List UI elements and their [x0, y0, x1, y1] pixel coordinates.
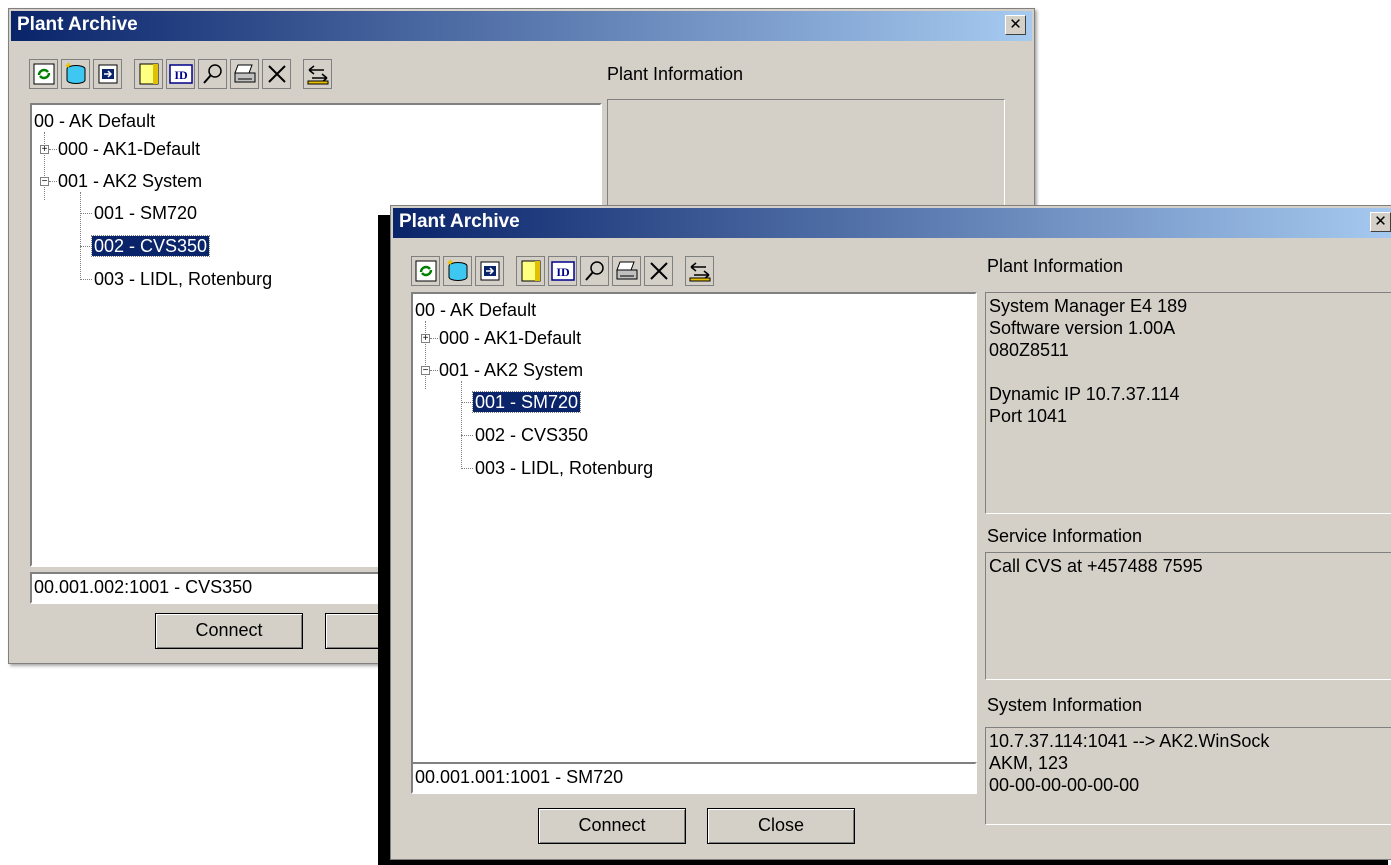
delete-button[interactable]: [644, 256, 673, 286]
print-icon: [615, 261, 637, 280]
refresh-button[interactable]: [411, 256, 440, 286]
connect-button[interactable]: Connect: [538, 808, 686, 844]
database-button[interactable]: [443, 256, 472, 286]
plant-archive-window-front: Plant Archive ✕ ID 00 - AK Default + 000…: [390, 205, 1391, 860]
transfer-button[interactable]: [685, 256, 714, 286]
tree-group-ak1[interactable]: 000 - AK1-Default: [439, 327, 581, 349]
collapse-icon[interactable]: −: [421, 366, 430, 376]
expand-icon[interactable]: +: [40, 145, 49, 155]
toolbar: ID: [29, 59, 332, 95]
service-info-panel: Call CVS at +457488 7595: [985, 552, 1391, 680]
search-icon: [584, 261, 604, 281]
title-bar[interactable]: Plant Archive ✕: [11, 11, 1032, 41]
tree-item-cvs350[interactable]: 002 - CVS350: [475, 424, 588, 446]
tree-item-sm720[interactable]: 001 - SM720: [471, 391, 582, 413]
database-icon: [64, 62, 85, 85]
note-icon: [521, 260, 540, 282]
svg-text:ID: ID: [556, 265, 570, 279]
search-button[interactable]: [580, 256, 609, 286]
id-icon: ID: [168, 64, 193, 84]
plant-tree[interactable]: 00 - AK Default + 000 - AK1-Default − 00…: [411, 292, 977, 766]
id-icon: ID: [550, 261, 575, 281]
close-window-button[interactable]: ✕: [1005, 15, 1026, 35]
path-field[interactable]: 00.001.001:1001 - SM720: [411, 762, 977, 794]
delete-icon: [267, 65, 286, 83]
refresh-icon: [33, 63, 54, 85]
tree-root[interactable]: 00 - AK Default: [34, 110, 155, 132]
plant-info-label: Plant Information: [987, 256, 1124, 276]
collapse-icon[interactable]: −: [40, 177, 49, 187]
tree-item-lidl[interactable]: 003 - LIDL, Rotenburg: [94, 268, 272, 290]
tree-group-ak2[interactable]: 001 - AK2 System: [58, 170, 202, 192]
note-button[interactable]: [134, 59, 163, 89]
tree-group-ak2[interactable]: 001 - AK2 System: [439, 359, 583, 381]
id-button[interactable]: ID: [166, 59, 195, 89]
close-button[interactable]: Close: [707, 808, 855, 844]
service-info-label: Service Information: [987, 526, 1143, 546]
plant-info-label: Plant Information: [607, 64, 744, 84]
note-icon: [139, 63, 158, 85]
print-button[interactable]: [612, 256, 641, 286]
transfer-icon: [307, 65, 328, 85]
database-icon: [446, 259, 467, 282]
tree-item-sm720[interactable]: 001 - SM720: [94, 202, 197, 224]
tree-item-cvs350[interactable]: 002 - CVS350: [90, 235, 211, 257]
system-info-panel: 10.7.37.114:1041 --> AK2.WinSock AKM, 12…: [985, 727, 1391, 825]
tree-root[interactable]: 00 - AK Default: [415, 299, 536, 321]
window-title: Plant Archive: [17, 14, 138, 35]
id-button[interactable]: ID: [548, 256, 577, 286]
title-bar[interactable]: Plant Archive ✕: [393, 208, 1391, 238]
refresh-button[interactable]: [29, 59, 58, 89]
import-button[interactable]: [93, 59, 122, 89]
import-button[interactable]: [475, 256, 504, 286]
expand-icon[interactable]: +: [421, 334, 430, 344]
tree-group-ak1[interactable]: 000 - AK1-Default: [58, 138, 200, 160]
tree-item-lidl[interactable]: 003 - LIDL, Rotenburg: [475, 457, 653, 479]
note-button[interactable]: [516, 256, 545, 286]
connect-button[interactable]: Connect: [155, 613, 303, 649]
close-window-button[interactable]: ✕: [1370, 212, 1391, 232]
toolbar: ID: [411, 256, 714, 292]
window-title: Plant Archive: [399, 211, 520, 232]
svg-text:ID: ID: [174, 68, 188, 82]
print-button[interactable]: [230, 59, 259, 89]
print-icon: [233, 64, 255, 83]
system-info-label: System Information: [987, 695, 1143, 715]
refresh-icon: [415, 260, 436, 282]
delete-button[interactable]: [262, 59, 291, 89]
import-icon: [98, 64, 117, 84]
search-icon: [202, 64, 222, 84]
database-button[interactable]: [61, 59, 90, 89]
transfer-icon: [689, 262, 710, 282]
search-button[interactable]: [198, 59, 227, 89]
plant-info-panel: System Manager E4 189 Software version 1…: [985, 292, 1391, 514]
transfer-button[interactable]: [303, 59, 332, 89]
delete-icon: [649, 262, 668, 280]
import-icon: [480, 261, 499, 281]
